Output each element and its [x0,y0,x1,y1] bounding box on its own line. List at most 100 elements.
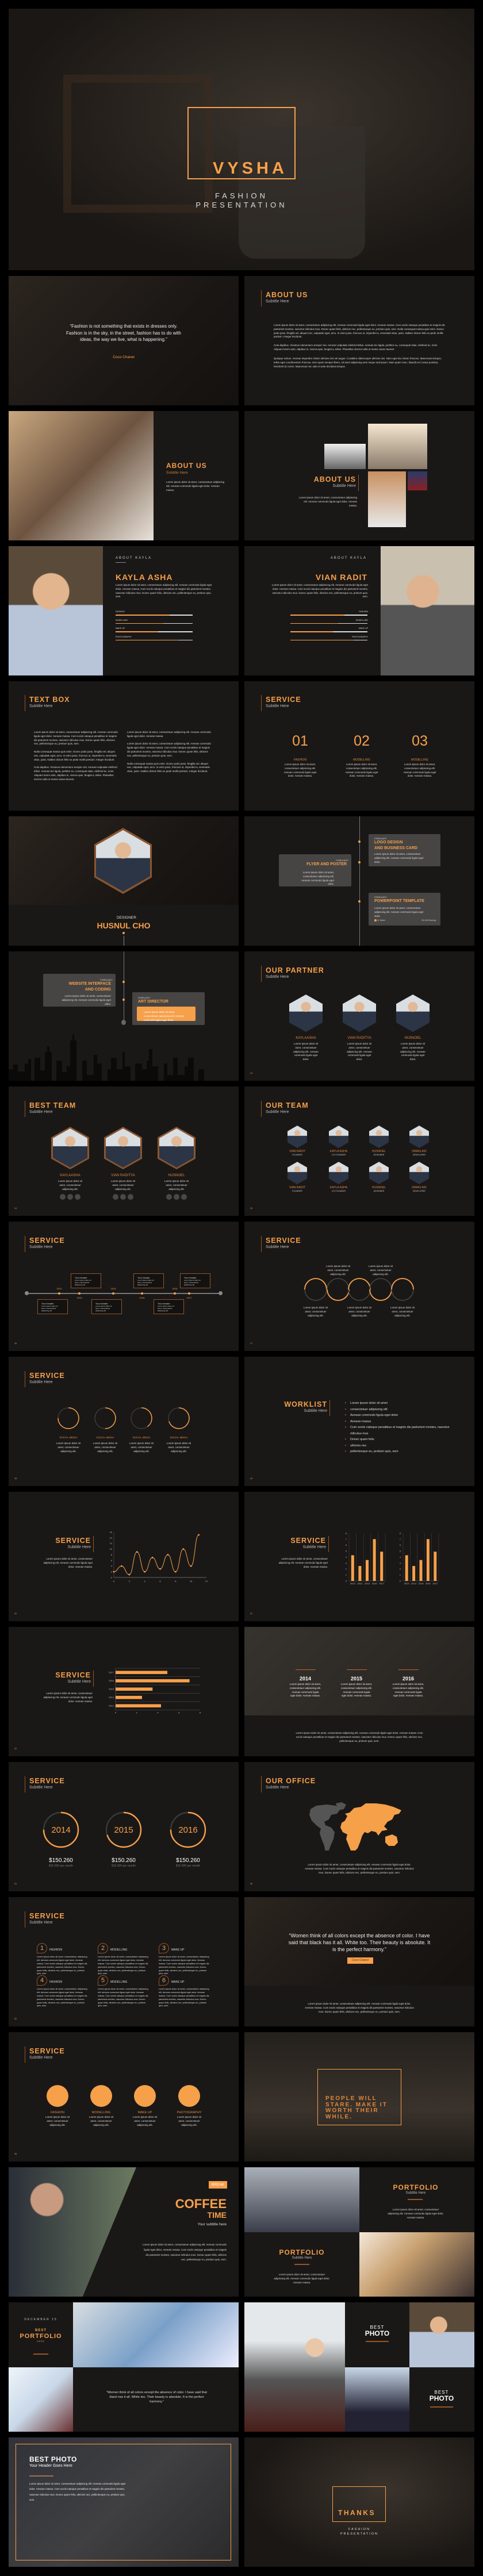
member-name: HUSNOEL [168,1174,185,1177]
horizontal-bar-chart: 2017 2016 2015 2014 2013 0 2 4 6 8 [109,1668,201,1714]
member-name: KAYLAASHA [60,1174,80,1177]
y-tick-label: 0 [346,1579,347,1582]
worklist-text: Cum sociis natoque penatibus et magnis d… [350,1426,450,1435]
timeline-dot [122,999,125,1001]
skill-label: MODELLING [116,619,128,621]
item-text: Lorem ipsum dolor sit amet, consectetuer… [177,2116,201,2126]
social-icon-button[interactable] [181,1194,187,1200]
bar [419,1560,423,1581]
worklist-item: • Donec quam felis [345,1437,454,1443]
bar [365,1560,369,1581]
timeline-card: Your header Lorem ipsum dolor sit amet, c… [154,1299,184,1314]
slide-bar-charts: SERVICE Subtitle Here Lorem ipsum dolor s… [244,1492,474,1621]
stare-line: WHILE. [325,2113,352,2120]
best-photo-header: Your Header Goes Here [29,2464,72,2468]
social-icon-button[interactable] [60,1194,66,1200]
social-icon-button[interactable] [174,1194,179,1200]
item-label: FASHION [49,1980,62,1984]
circle-caption: Lorem ipsum dolor sit amet, consectetuer… [369,1265,393,1276]
bar [116,1679,190,1683]
body-text: Quisque rutrum. Aenean imperdiet. Etiam … [274,357,442,368]
slide-thanks: THANKS FASHION PRESENTATION [244,2437,474,2567]
worklist-item: • ultricies nec [345,1443,454,1449]
worklist-text: Lorem ipsum dolor sit amet [350,1402,388,1405]
year-text: Lorem ipsum dolor sit amet, consectetuer… [340,1683,373,1698]
page-number: 22 [14,1748,17,1750]
x-tick-label: 2 [129,1580,131,1583]
bar [405,1555,408,1581]
y-tick-label: 3 [346,1561,347,1564]
bullet-icon: • [345,1419,346,1423]
timeline-dot [358,900,361,903]
bullet-icon: • [345,1426,346,1430]
revenue-sub: $15.000 per month [112,1864,136,1868]
orange-circle-icon [134,2085,156,2107]
quote-author: Coco Chanel [113,355,135,359]
x-tick-label: 8 [175,1580,177,1583]
x-tick-label: 0 [115,1711,117,1714]
best-label: BEST [34,2329,47,2332]
social-icon-button[interactable] [166,1194,172,1200]
skill-bar-fill [290,615,344,616]
year-text: Lorem ipsum dolor sit amet, consectetuer… [289,1683,321,1698]
partner-name: HUSNOEL [404,1036,421,1040]
y-tick-label: 2016 [109,1679,114,1682]
timeline-dot [174,1292,176,1295]
member-text: Lorem ipsum dolor sit amet, consectetuer… [58,1180,82,1191]
hero-subtitle-2: PRESENTATION [195,201,288,209]
world-map [309,1802,401,1851]
member-photo [409,1162,429,1184]
page-number: 14 [14,1207,17,1210]
eyebrow: ABOUT KAYLA [116,556,152,560]
member-role: CO FOUNDER [331,1154,346,1156]
body-text: Lorem ipsum dolor sit amet, consectetuer… [274,324,445,339]
slide-header: ABOUT US Subtitle Here [314,475,359,491]
social-icon-button[interactable] [120,1194,126,1200]
page-number: 20 [14,1613,17,1615]
bar [116,1687,153,1691]
y-tick-label: 3 [400,1561,401,1564]
bullet-icon: • [345,1402,346,1405]
worklist-text: Donec quam felis [350,1438,374,1442]
slide-revenue-rings: SERVICE Subtitle Here 2014 $150.260 $15.000… [9,1762,239,1891]
member-photo [409,1126,429,1148]
x-tick-label: 4 [157,1711,159,1714]
social-icon-button[interactable] [128,1194,133,1200]
body-text: Lorem ipsum dolor sit amet, consectetuer… [271,583,368,598]
chain-arc [391,1278,414,1290]
rings [57,1407,190,1429]
y-tick-label: 2014 [109,1696,114,1699]
member-name: VIAN RADIT [289,1186,306,1189]
slide-kayla: ABOUT KAYLA KAYLA ASHA Lorem ipsum dolor… [9,546,239,675]
slide-designer: DESIGNER HUSNUL CHO [9,816,239,946]
number-badge: 2 [98,1943,108,1953]
divider [116,562,126,563]
skill-bar [116,623,193,624]
service-text: Lorem ipsum dolor sit amet, consectetuer… [403,763,436,778]
member-role: FOUNDER [292,1190,302,1192]
skill-bar [116,631,193,632]
service-number: 01 [292,733,308,749]
member-role: FOUNDER [292,1154,302,1156]
bullet-icon: • [345,1450,346,1454]
body-text: Lorem ipsum dolor sit amet, consectetuer… [143,2243,227,2262]
y-tick-label: 7 [400,1538,401,1541]
divider [430,2406,453,2408]
member-name: VIAN RADITYA [111,1174,135,1177]
year-label: 2012 [56,1287,62,1290]
sales-icon [374,919,377,922]
revenue-amount: $150.260 [176,1857,200,1864]
circle-caption: Lorem ipsum dolor sit amet, consectetuer… [326,1265,350,1276]
data-point [174,1571,177,1573]
social-icon-button[interactable] [75,1194,80,1200]
item-text: Lorem ipsum dolor sit amet, consectetuer… [98,1988,148,2007]
member-photo [369,1126,389,1148]
slide-best-team: BEST TEAM Subtitle Here KAYLAASHA Lorem ip… [9,1087,239,1216]
page-number: 28 [14,2153,17,2155]
year-label: 2013 [76,1296,82,1299]
body-text: Lorem ipsum dolor sit amet, consectetuer… [29,2482,126,2501]
ring-text: Lorem ipsum dolor sit amet, consectetuer… [93,1442,117,1453]
social-icon-button[interactable] [67,1194,73,1200]
item-text: Lorem ipsum dolor sit amet, consectetuer… [133,2116,157,2126]
social-icon-button[interactable] [113,1194,118,1200]
